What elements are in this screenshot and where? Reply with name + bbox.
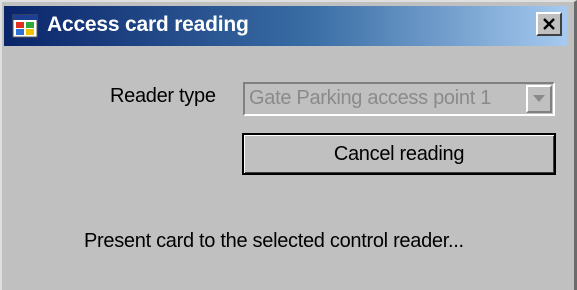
access-card-reading-dialog: Access card reading Reader type Gate Par…	[0, 0, 577, 290]
cancel-reading-button[interactable]: Cancel reading	[242, 133, 556, 175]
reader-type-dropdown[interactable]: Gate Parking access point 1	[243, 82, 555, 116]
title-bar[interactable]: Access card reading	[4, 6, 567, 46]
chevron-down-icon	[533, 95, 545, 102]
status-message: Present card to the selected control rea…	[84, 230, 464, 252]
dropdown-arrow-button[interactable]	[526, 85, 552, 113]
app-icon	[12, 14, 38, 38]
reader-type-label: Reader type	[110, 85, 216, 107]
close-button[interactable]	[536, 12, 562, 36]
reader-type-value: Gate Parking access point 1	[249, 87, 492, 109]
window-title: Access card reading	[47, 13, 249, 36]
close-icon	[543, 18, 555, 30]
